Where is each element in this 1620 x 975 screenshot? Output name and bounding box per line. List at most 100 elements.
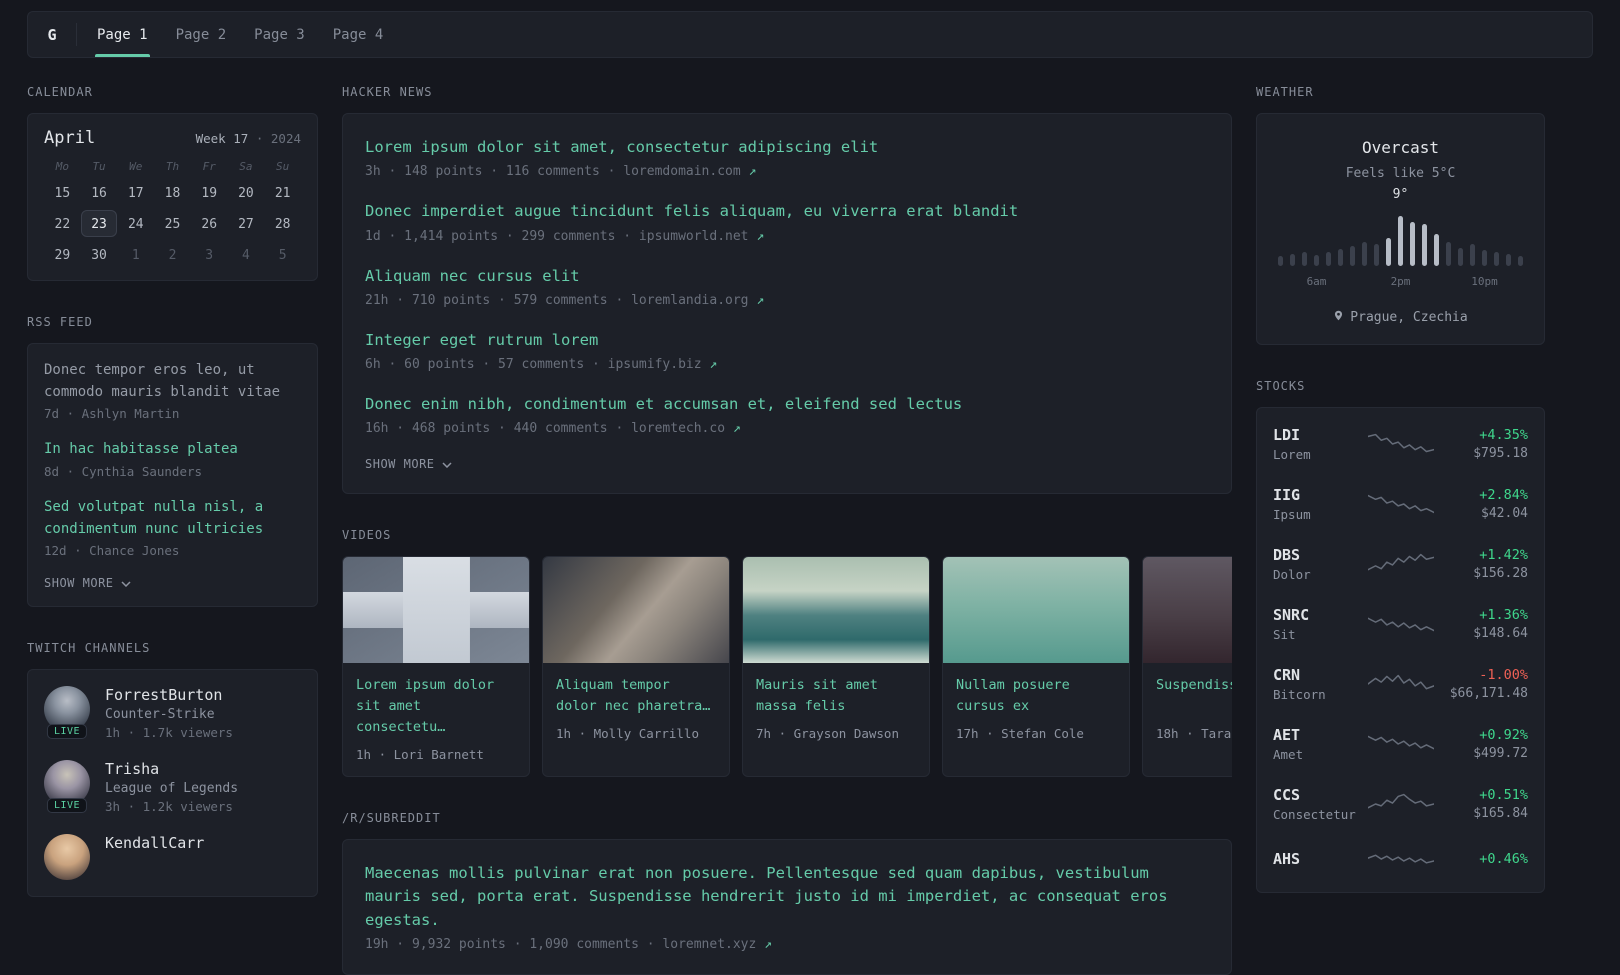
- video-title-link[interactable]: Aliquam tempor dolor nec pharetra…: [556, 675, 716, 717]
- hn-item-link[interactable]: Integer eget rutrum lorem: [365, 329, 1209, 352]
- stock-row[interactable]: LDI Lorem +4.35% $795.18: [1273, 414, 1528, 474]
- rss-item-link[interactable]: Donec tempor eros leo, ut commodo mauris…: [44, 360, 301, 403]
- stock-id: LDI Lorem: [1273, 426, 1360, 462]
- stock-row[interactable]: AHS +0.46%: [1273, 834, 1528, 886]
- weather-bar: [1458, 248, 1463, 266]
- weather-bar: [1326, 252, 1331, 266]
- stock-row[interactable]: CRN Bitcorn -1.00% $66,171.48: [1273, 654, 1528, 714]
- video-title-link[interactable]: Suspendisse diam: [1156, 675, 1232, 717]
- video-body: Suspendisse diam 18h · Tara: [1143, 663, 1232, 755]
- chevron-down-icon: [442, 457, 452, 471]
- twitch-channel[interactable]: LIVE Trisha League of Legends 3h · 1.2k …: [44, 760, 301, 814]
- hn-item-link[interactable]: Aliquam nec cursus elit: [365, 265, 1209, 288]
- stock-name: Lorem: [1273, 447, 1311, 462]
- map-pin-icon: [1333, 309, 1344, 326]
- video-meta: 1h · Lori Barnett: [356, 747, 484, 763]
- logo-divider: [76, 23, 77, 46]
- stock-row[interactable]: IIG Ipsum +2.84% $42.04: [1273, 474, 1528, 534]
- stock-values: +1.36% $148.64: [1442, 607, 1528, 641]
- hn-item-link[interactable]: Donec enim nibh, condimentum et accumsan…: [365, 393, 1209, 416]
- show-more-label: SHOW MORE: [365, 457, 435, 472]
- tab-page-3[interactable]: Page 3: [240, 12, 319, 57]
- weather-bar: [1482, 250, 1487, 266]
- hn-show-more-button[interactable]: SHOW MORE: [365, 457, 1209, 471]
- stock-price: $148.64: [1473, 626, 1528, 641]
- app-logo[interactable]: G: [28, 12, 76, 57]
- calendar-date: 27: [238, 217, 254, 232]
- video-title-link[interactable]: Nullam posuere cursus ex: [956, 675, 1116, 717]
- stock-sparkline: [1367, 854, 1434, 864]
- stock-change: +2.84%: [1479, 487, 1528, 503]
- rss-item-link[interactable]: In hac habitasse platea: [44, 439, 301, 461]
- twitch-card: LIVE ForrestBurton Counter-Strike 1h · 1…: [27, 669, 318, 898]
- tab-page-4[interactable]: Page 4: [319, 12, 398, 57]
- calendar-card: April Week 17 · 2024 Mo Tu We Th Fr Sa S…: [27, 113, 318, 281]
- rss-item-link[interactable]: Sed volutpat nulla nisl, a condimentum n…: [44, 497, 301, 540]
- rss-card: Donec tempor eros leo, ut commodo mauris…: [27, 343, 318, 608]
- weather-temp-label: 9°: [1392, 187, 1409, 202]
- day-header: Su: [276, 160, 290, 173]
- external-link-icon[interactable]: ↗: [733, 421, 741, 436]
- hn-item-meta: 16h · 468 points · 440 comments · loremt…: [365, 421, 1209, 436]
- calendar-date-next-month: 5: [278, 248, 287, 263]
- avatar: LIVE: [44, 686, 90, 740]
- avatar: [44, 834, 90, 881]
- stock-row[interactable]: SNRC Sit +1.36% $148.64: [1273, 594, 1528, 654]
- twitch-channel[interactable]: LIVE ForrestBurton Counter-Strike 1h · 1…: [44, 686, 301, 740]
- avatar: LIVE: [44, 760, 90, 814]
- video-thumbnail: [543, 557, 729, 664]
- stock-values: +0.92% $499.72: [1442, 727, 1528, 761]
- stocks-widget: STOCKS LDI Lorem +4.35% $795.18 IIG Ipsu…: [1256, 379, 1545, 893]
- calendar-day-headers: Mo Tu We Th Fr Sa Su: [44, 160, 301, 173]
- twitch-channel[interactable]: KendallCarr: [44, 834, 301, 881]
- weather-section-title: WEATHER: [1256, 85, 1314, 99]
- weather-time-label: 6am: [1306, 275, 1327, 288]
- day-header: Th: [165, 160, 180, 173]
- stock-row[interactable]: AET Amet +0.92% $499.72: [1273, 714, 1528, 774]
- calendar-date-next-month: 3: [205, 248, 214, 263]
- video-body: Aliquam tempor dolor nec pharetra… 1h · …: [543, 663, 729, 755]
- stock-change: +0.46%: [1479, 850, 1528, 867]
- stock-symbol: SNRC: [1273, 606, 1310, 624]
- weather-bar: [1410, 222, 1415, 266]
- weather-bar: [1446, 242, 1451, 266]
- tab-page-2[interactable]: Page 2: [162, 12, 241, 57]
- video-card[interactable]: Mauris sit amet massa felis 7h · Grayson…: [742, 556, 930, 778]
- stock-symbol: CRN: [1273, 666, 1301, 684]
- calendar-date: 28: [274, 217, 291, 232]
- channel-meta: 3h · 1.2k viewers: [105, 799, 233, 815]
- stock-name: Dolor: [1273, 567, 1311, 582]
- calendar-date-next-month: 2: [168, 248, 177, 263]
- calendar-week: Week 17 · 2024: [196, 131, 301, 146]
- stock-change: +0.92%: [1479, 727, 1528, 743]
- video-card[interactable]: Nullam posuere cursus ex 17h · Stefan Co…: [942, 556, 1130, 778]
- calendar-date: 21: [274, 186, 291, 201]
- external-link-icon[interactable]: ↗: [709, 357, 717, 372]
- stock-values: -1.00% $66,171.48: [1442, 667, 1528, 701]
- external-link-icon[interactable]: ↗: [756, 293, 764, 308]
- stock-row[interactable]: DBS Dolor +1.42% $156.28: [1273, 534, 1528, 594]
- video-card[interactable]: Aliquam tempor dolor nec pharetra… 1h · …: [542, 556, 730, 778]
- calendar-date: 25: [164, 217, 181, 232]
- videos-section-title: VIDEOS: [342, 528, 392, 543]
- videos-widget: VIDEOS Lorem ipsum dolor sit amet consec…: [342, 528, 1232, 778]
- external-link-icon[interactable]: ↗: [749, 164, 757, 179]
- tab-page-1[interactable]: Page 1: [83, 12, 162, 57]
- external-link-icon[interactable]: ↗: [764, 937, 772, 952]
- hn-item-link[interactable]: Donec imperdiet augue tincidunt felis al…: [365, 200, 1209, 223]
- rss-show-more-button[interactable]: SHOW MORE: [44, 576, 301, 590]
- video-thumbnail: [743, 557, 929, 664]
- video-title-link[interactable]: Mauris sit amet massa felis: [756, 675, 916, 717]
- video-card[interactable]: Suspendisse diam 18h · Tara: [1142, 556, 1232, 778]
- external-link-icon[interactable]: ↗: [756, 229, 764, 244]
- video-title-link[interactable]: Lorem ipsum dolor sit amet consectetu…: [356, 675, 516, 738]
- weather-card: Overcast Feels like 5°C 9° 6am 2pm 10pm Pr…: [1256, 113, 1545, 345]
- stock-values: +1.42% $156.28: [1442, 547, 1528, 581]
- stock-price: $165.84: [1473, 806, 1528, 821]
- hn-item-link[interactable]: Lorem ipsum dolor sit amet, consectetur …: [365, 136, 1209, 159]
- subreddit-post-link[interactable]: Maecenas mollis pulvinar erat non posuer…: [365, 862, 1209, 932]
- video-card[interactable]: Lorem ipsum dolor sit amet consectetu… 1…: [342, 556, 530, 778]
- day-header: Sa: [239, 160, 253, 173]
- stock-row[interactable]: CCS Consectetur +0.51% $165.84: [1273, 774, 1528, 834]
- stock-id: AHS: [1273, 850, 1360, 871]
